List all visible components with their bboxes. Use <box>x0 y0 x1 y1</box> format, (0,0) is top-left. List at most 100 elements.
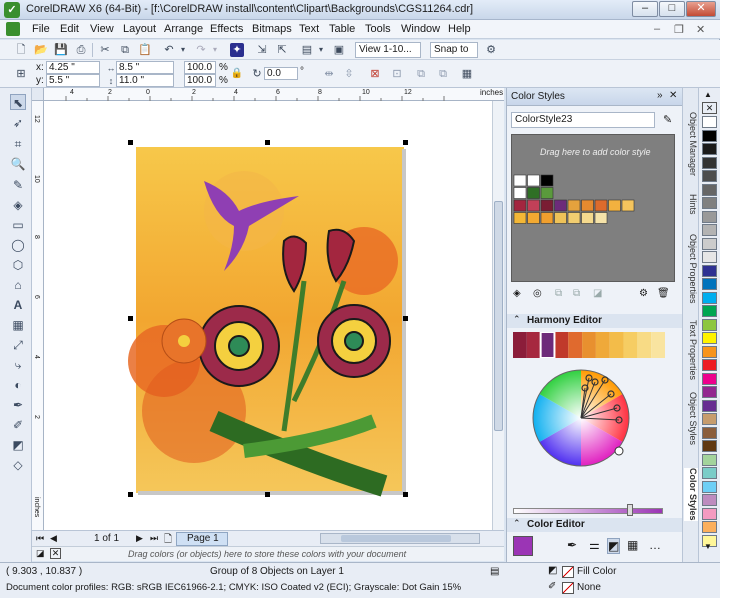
palette-swatch[interactable] <box>702 426 717 439</box>
last-page-icon[interactable]: ⏭ <box>150 533 158 544</box>
harmony-color-wheel[interactable] <box>517 368 667 470</box>
color-style-swatch[interactable] <box>540 187 554 199</box>
doc-restore-button[interactable]: ❐ <box>674 23 684 36</box>
tab-hints[interactable]: Hints <box>684 194 698 215</box>
horizontal-scroll-thumb[interactable] <box>341 535 451 542</box>
basic-shapes-tool-icon[interactable]: ⌂ <box>10 277 26 293</box>
color-style-swatch-grid[interactable] <box>512 173 676 233</box>
palette-swatch[interactable] <box>702 372 717 385</box>
palette-swatch[interactable] <box>702 129 717 142</box>
palette-swatch[interactable] <box>702 156 717 169</box>
menu-edit[interactable]: Edit <box>60 23 79 35</box>
new-style-icon[interactable]: ◈ <box>513 288 521 299</box>
color-style-swatch[interactable] <box>513 187 527 199</box>
text-tool-icon[interactable]: A <box>10 297 26 313</box>
palette-swatch[interactable] <box>702 224 717 236</box>
lock-ratio-icon[interactable]: 🔒 <box>230 67 244 81</box>
palette-fill-icon[interactable]: ◪ <box>36 548 45 559</box>
palette-swatch[interactable] <box>702 305 717 317</box>
color-style-swatch[interactable] <box>581 199 594 212</box>
color-style-swatch[interactable] <box>527 187 540 199</box>
palette-scroll-down-icon[interactable]: ▼ <box>704 542 712 551</box>
zoom-tool-icon[interactable]: 🔍 <box>10 156 26 172</box>
redo-dropdown-icon[interactable]: ▾ <box>208 43 222 57</box>
menu-layout[interactable]: Layout <box>123 23 156 35</box>
collapse-editor-icon[interactable]: ⌃ <box>513 518 521 529</box>
mirror-vertical-icon[interactable]: ⇳ <box>342 67 356 81</box>
maximize-button[interactable]: □ <box>659 1 685 17</box>
color-viewer-icon[interactable]: ◩ <box>607 538 621 554</box>
harmony-swatch-strip[interactable] <box>513 332 665 358</box>
color-styles-list[interactable]: Drag here to add color style <box>511 134 675 282</box>
break-apart-icon[interactable]: ⧉ <box>414 67 428 81</box>
palette-swatch[interactable] <box>702 210 717 223</box>
color-style-swatch[interactable] <box>554 199 567 212</box>
color-style-swatch[interactable] <box>513 199 527 212</box>
harmony-swatch[interactable] <box>609 332 624 358</box>
rectangle-tool-icon[interactable]: ▭ <box>10 217 26 233</box>
undo-dropdown-icon[interactable]: ▾ <box>176 43 190 57</box>
color-editor-header[interactable]: Color Editor <box>507 518 683 532</box>
tab-object-styles[interactable]: Object Styles <box>684 392 698 445</box>
redo-icon[interactable]: ↷ <box>194 43 208 57</box>
options-icon[interactable]: ⚙ <box>639 288 648 299</box>
eyedropper-tool-icon[interactable]: ✒ <box>10 397 26 413</box>
palette-swatch[interactable] <box>702 453 717 466</box>
color-style-swatch[interactable] <box>554 212 567 224</box>
color-style-name-input[interactable]: ColorStyle23 <box>511 112 655 128</box>
palettes-icon[interactable]: ▦ <box>627 538 638 552</box>
height-input[interactable]: 11.0 " <box>116 74 174 87</box>
combine-icon[interactable]: ⊡ <box>390 67 404 81</box>
color-style-swatch[interactable] <box>540 199 554 212</box>
zoom-level-dropdown[interactable]: View 1-10... <box>355 42 421 58</box>
menu-arrange[interactable]: Arrange <box>164 23 203 35</box>
palette-swatch[interactable] <box>702 278 717 290</box>
collapse-harmony-icon[interactable]: ⌃ <box>513 314 521 325</box>
apply-style-icon[interactable]: ◪ <box>593 288 602 299</box>
cut-icon[interactable]: ✂ <box>98 43 112 57</box>
status-lock-icon[interactable]: ▤ <box>490 566 499 577</box>
palette-swatch[interactable] <box>702 386 717 398</box>
palette-swatch[interactable] <box>702 143 717 155</box>
blend-tool-icon[interactable]: ◐ <box>10 377 26 393</box>
harmony-swatch[interactable] <box>568 332 583 358</box>
color-style-swatch[interactable] <box>527 199 540 212</box>
harmony-swatch[interactable] <box>540 332 555 358</box>
freehand-tool-icon[interactable]: ✎ <box>10 177 26 193</box>
palette-swatch[interactable] <box>702 197 717 209</box>
fill-color-swatch[interactable] <box>562 566 574 578</box>
unlink-icon[interactable]: ⧉ <box>573 288 580 299</box>
tab-object-manager[interactable]: Object Manager <box>684 112 698 176</box>
color-style-swatch[interactable] <box>527 212 540 224</box>
delete-style-icon[interactable]: 🗑 <box>657 288 670 299</box>
print-icon[interactable]: ⎙ <box>74 43 88 57</box>
scale-width-input[interactable]: 100.0 <box>184 61 216 74</box>
rotation-input[interactable]: 0.0 <box>264 67 298 80</box>
align-distribute-icon[interactable]: ▦ <box>460 67 474 81</box>
palette-swatch[interactable] <box>702 413 717 425</box>
palette-swatch[interactable] <box>702 183 717 196</box>
prev-page-icon[interactable]: ◀ <box>50 533 57 544</box>
new-document-icon[interactable]: 🗋 <box>14 43 28 57</box>
outline-color-swatch[interactable] <box>562 582 574 594</box>
palette-swatch[interactable] <box>702 440 717 452</box>
undo-icon[interactable]: ↶ <box>162 43 176 57</box>
publish-pdf-icon[interactable]: ▤ <box>300 43 314 57</box>
palette-swatch[interactable] <box>702 480 717 493</box>
shape-tool-icon[interactable]: ➶ <box>10 115 26 131</box>
palette-swatch[interactable] <box>702 521 717 533</box>
harmony-swatch[interactable] <box>554 332 569 358</box>
new-harmony-icon[interactable]: ◎ <box>533 288 542 299</box>
color-style-swatch[interactable] <box>527 174 540 187</box>
palette-scroll-up-icon[interactable]: ▲ <box>704 90 712 99</box>
document-palette[interactable]: ◪ ✕ Drag colors (or objects) here to sto… <box>32 546 504 561</box>
weld-icon[interactable]: ⧉ <box>436 67 450 81</box>
open-folder-icon[interactable]: 📂 <box>34 43 48 57</box>
color-style-swatch[interactable] <box>608 199 621 212</box>
menu-bitmaps[interactable]: Bitmaps <box>252 23 292 35</box>
crop-tool-icon[interactable]: ⌗ <box>10 136 26 152</box>
doc-close-button[interactable]: ✕ <box>696 23 705 36</box>
ellipse-tool-icon[interactable]: ◯ <box>10 237 26 253</box>
horizontal-scrollbar[interactable] <box>320 533 480 544</box>
save-icon[interactable]: 💾 <box>54 43 68 57</box>
